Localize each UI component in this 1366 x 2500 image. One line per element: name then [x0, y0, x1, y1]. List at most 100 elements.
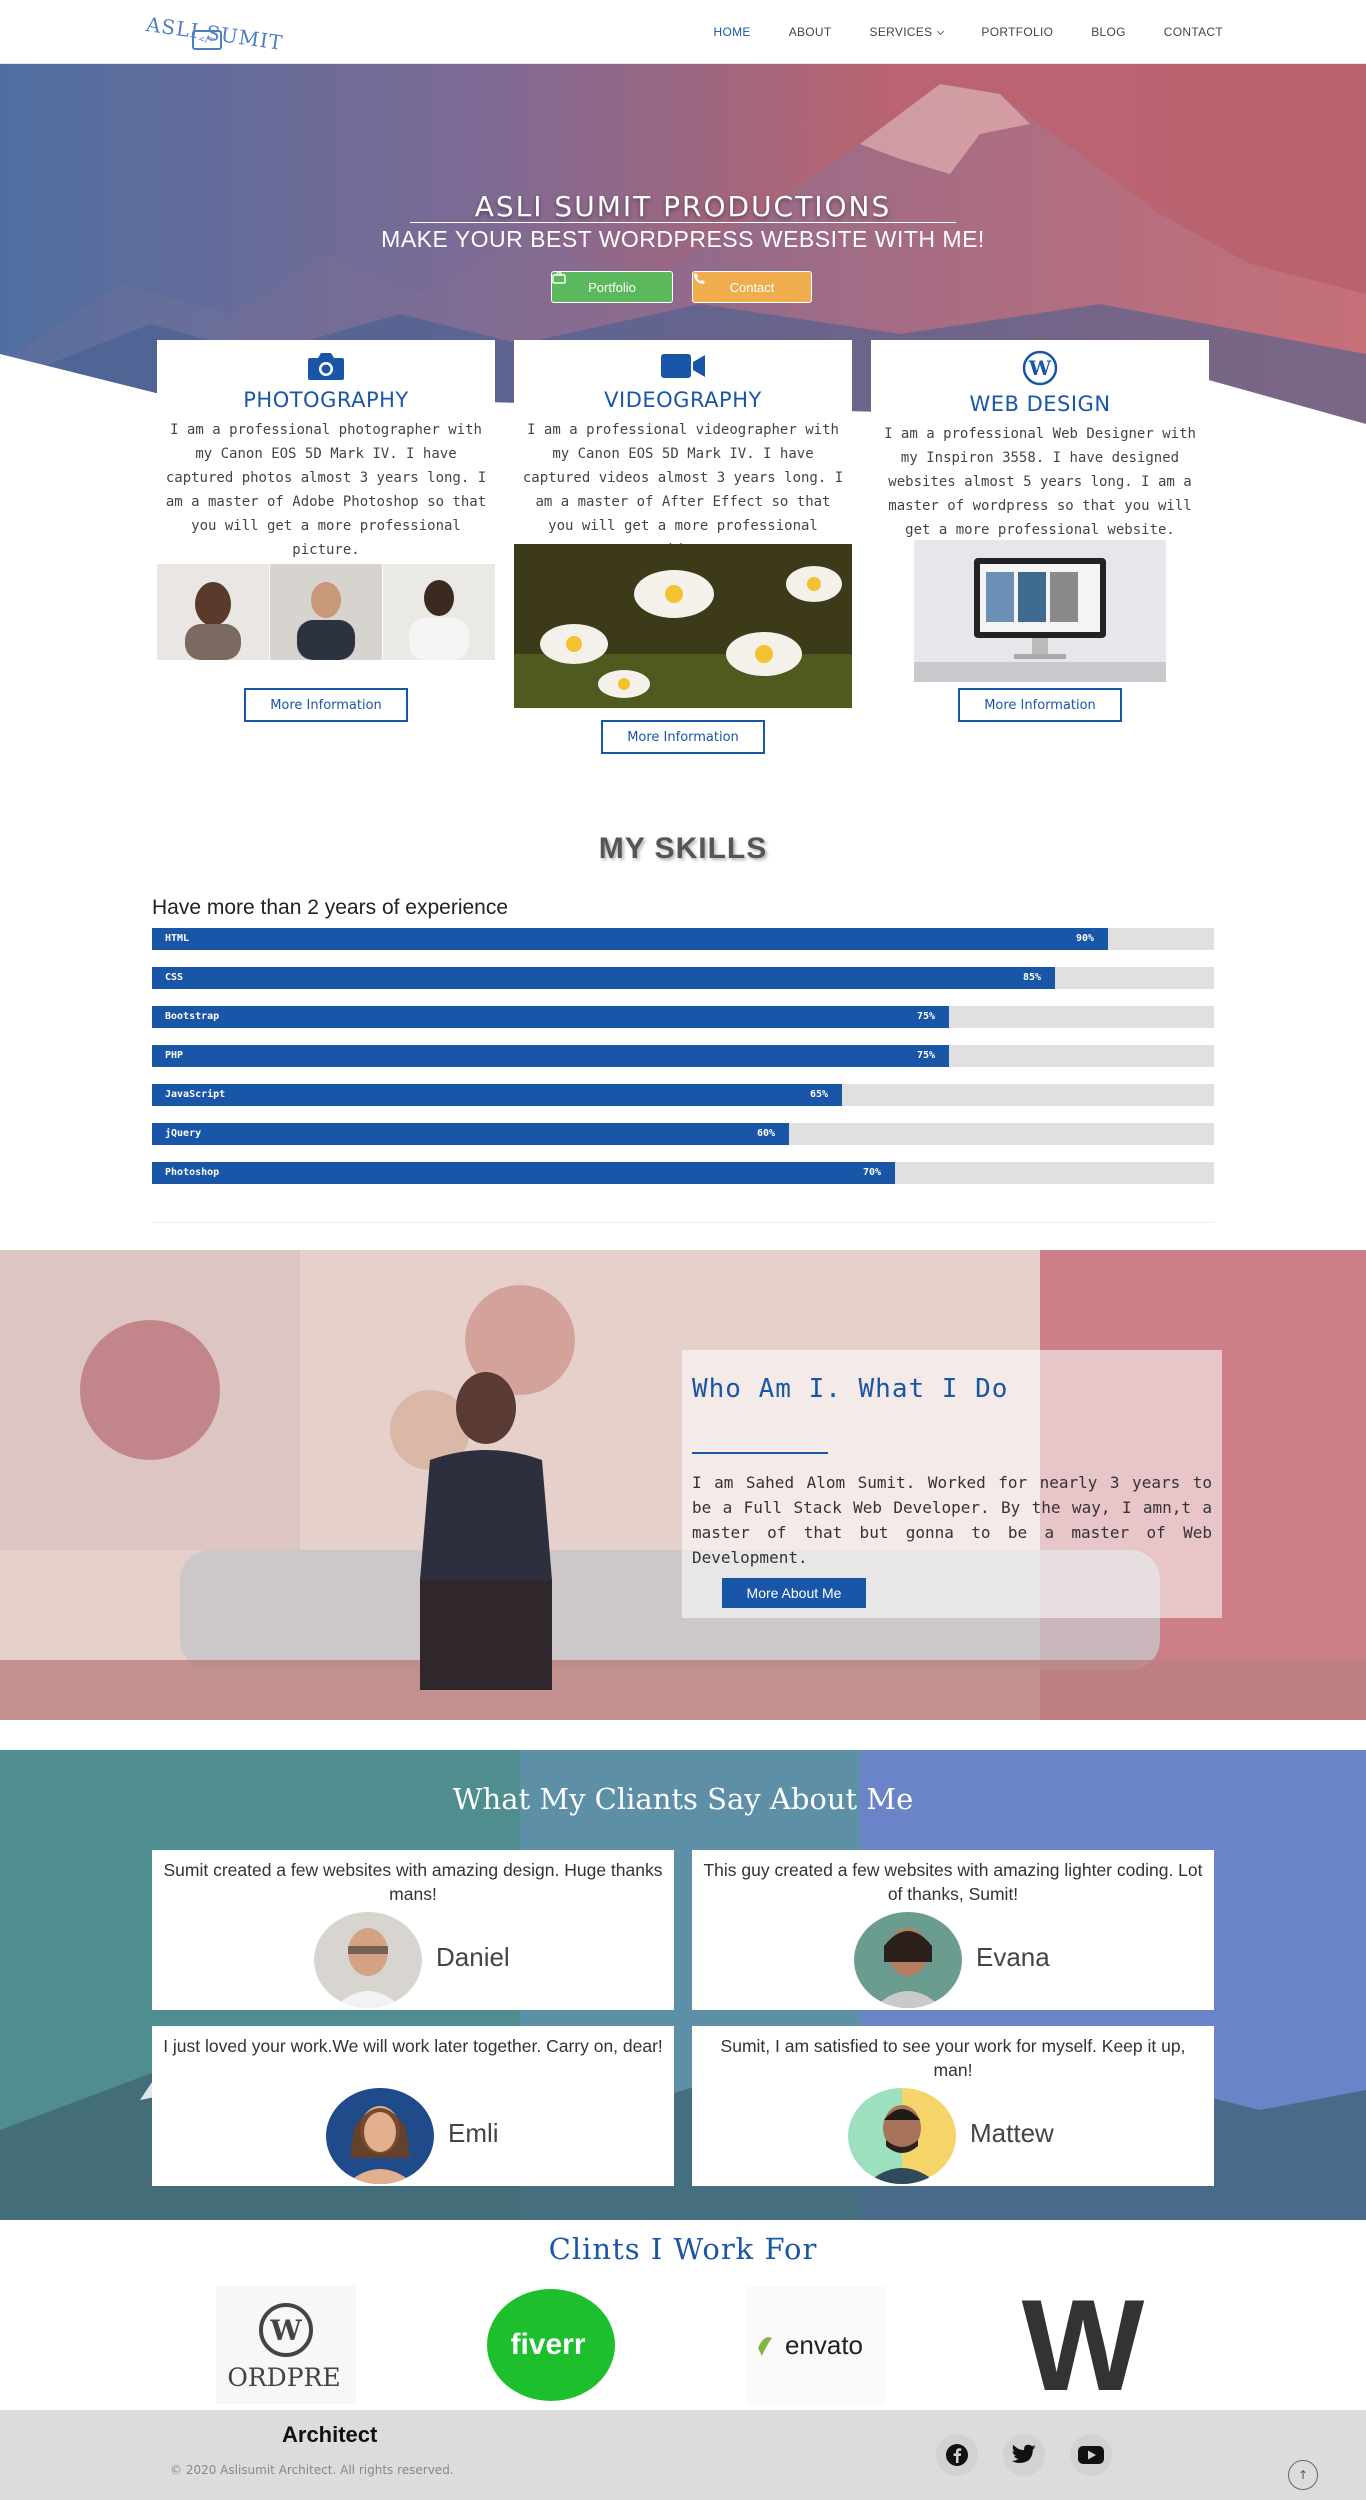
clients-title: Clints I Work For [548, 2232, 818, 2266]
skill-bar-fill: JavaScript 65% [152, 1084, 842, 1106]
camera-icon [308, 353, 344, 380]
footer-copyright: © 2020 Aslisumit Architect. All rights r… [170, 2463, 454, 2477]
videography-image [514, 544, 852, 708]
nav-contact[interactable]: CONTACT [1164, 25, 1223, 39]
skill-percent: 75% [916, 1050, 935, 1061]
chevron-down-icon [937, 27, 945, 36]
skill-percent: 65% [809, 1089, 828, 1100]
skill-percent: 75% [916, 1011, 935, 1022]
wordpress-logo-text: ORDPRE [227, 2363, 340, 2392]
avatar [854, 1912, 962, 2008]
client-fiverr[interactable]: fiverr [484, 2286, 618, 2404]
code-icon: </> [192, 30, 222, 50]
web-design-image [914, 540, 1166, 682]
wordpress-logo-icon: W ORDPRE [216, 2286, 356, 2404]
briefcase-icon [552, 272, 566, 284]
skill-name: Bootstrap [165, 1011, 220, 1022]
avatar [314, 1912, 422, 2008]
more-about-me-button[interactable]: More About Me [722, 1578, 866, 1608]
skill-name: CSS [165, 972, 184, 983]
envato-logo-icon: envato [746, 2286, 886, 2404]
skill-bar-fill: Photoshop 70% [152, 1162, 895, 1184]
testimonial-quote: Sumit, I am satisfied to see your work f… [720, 2036, 1186, 2080]
skill-percent: 70% [862, 1167, 881, 1178]
skill-bar-fill: CSS 85% [152, 967, 1055, 989]
skill-percent: 60% [756, 1128, 775, 1139]
service-description: I am a professional photographer with my… [165, 422, 487, 558]
monitor-photo [914, 540, 1166, 682]
skill-name: Photoshop [165, 1167, 220, 1178]
testimonial-quote: Sumit created a few websites with amazin… [163, 1860, 663, 1904]
envato-logo-text: envato [785, 2330, 863, 2360]
photography-image [157, 564, 495, 660]
webflow-logo-text: W [1022, 2286, 1145, 2404]
webflow-logo-icon: W [1022, 2286, 1145, 2404]
svg-text:W: W [1028, 356, 1052, 380]
facebook-link[interactable] [936, 2434, 978, 2476]
nav-home[interactable]: HOME [713, 25, 750, 39]
avatar [848, 2088, 956, 2184]
about-card: Who Am I. What I Do I am Sahed Alom Sumi… [682, 1350, 1222, 1618]
nav-services[interactable]: SERVICES [870, 25, 945, 39]
skill-percent: 90% [1075, 933, 1094, 944]
testimonial-name: Mattew [970, 2118, 1054, 2148]
testimonial-quote: This guy created a few websites with ama… [703, 1860, 1203, 1904]
about-text: I am Sahed Alom Sumit. Worked for nearly… [692, 1473, 1212, 1567]
youtube-link[interactable] [1070, 2434, 1112, 2476]
about-title: Who Am I. What I Do [692, 1374, 1009, 1404]
about-underline [692, 1452, 828, 1454]
service-description: I am a professional videographer with my… [522, 422, 844, 558]
photography-more-button[interactable]: More Information [244, 688, 408, 722]
hero-subtitle: MAKE YOUR BEST WORDPRESS WEBSITE WITH ME… [381, 226, 985, 252]
testimonial-name: Evana [976, 1942, 1050, 1972]
flowers-photo [514, 544, 852, 708]
testimonial-name: Daniel [436, 1942, 510, 1972]
skill-name: PHP [165, 1050, 184, 1061]
testimonial-card: This guy created a few websites with ama… [692, 1850, 1214, 2010]
skill-bar: HTML 90% [152, 928, 1214, 950]
twitter-link[interactable] [1003, 2434, 1045, 2476]
hero-title: ASLI SUMIT PRODUCTIONS [474, 190, 892, 223]
wordpress-icon: W [1022, 350, 1058, 386]
web-design-more-button[interactable]: More Information [958, 688, 1122, 722]
twitter-icon [1011, 2444, 1036, 2463]
client-wordpress[interactable]: W ORDPRE [216, 2286, 356, 2404]
skill-bar: CSS 85% [152, 967, 1214, 989]
client-webflow[interactable]: W [1016, 2286, 1150, 2404]
skill-bar: JavaScript 65% [152, 1084, 1214, 1106]
skill-percent: 85% [1022, 972, 1041, 983]
page: ASLI SUMIT </> HOME ABOUT SERVICES PORTF… [0, 0, 1366, 2500]
skill-bar: PHP 75% [152, 1045, 1214, 1067]
nav-blog[interactable]: BLOG [1091, 25, 1126, 39]
nav-about[interactable]: ABOUT [789, 25, 832, 39]
site-logo[interactable]: ASLI SUMIT </> [145, 10, 285, 55]
portfolio-button-label: Portfolio [588, 279, 636, 295]
skill-bar: Photoshop 70% [152, 1162, 1214, 1184]
main-nav: HOME ABOUT SERVICES PORTFOLIO BLOG CONTA… [713, 0, 1223, 64]
back-to-top-button[interactable]: ↑ [1288, 2460, 1318, 2490]
nav-portfolio[interactable]: PORTFOLIO [981, 25, 1053, 39]
avatar [326, 2088, 434, 2184]
about-section: Who Am I. What I Do I am Sahed Alom Sumi… [0, 1250, 1366, 1720]
testimonial-card: I just loved your work.We will work late… [152, 2026, 674, 2186]
fiverr-logo-icon: fiverr [487, 2289, 615, 2401]
contact-button[interactable]: Contact [692, 271, 812, 303]
testimonial-quote: I just loved your work.We will work late… [163, 2036, 663, 2056]
skills-subtitle: Have more than 2 years of experience [152, 896, 509, 919]
portfolio-button[interactable]: Portfolio [551, 271, 673, 303]
videography-more-button[interactable]: More Information [601, 720, 765, 754]
site-header: ASLI SUMIT </> HOME ABOUT SERVICES PORTF… [0, 0, 1366, 64]
video-camera-icon [661, 354, 705, 378]
skill-bar: jQuery 60% [152, 1123, 1214, 1145]
phone-icon [694, 273, 705, 284]
skill-bar-fill: PHP 75% [152, 1045, 949, 1067]
skill-bar-fill: Bootstrap 75% [152, 1006, 949, 1028]
footer-brand: Architect [282, 2422, 378, 2447]
skill-name: JavaScript [165, 1089, 226, 1100]
skill-bar: Bootstrap 75% [152, 1006, 1214, 1028]
skills-title: MY SKILLS [598, 832, 768, 865]
testimonial-card: Sumit, I am satisfied to see your work f… [692, 2026, 1214, 2186]
skill-bar-fill: HTML 90% [152, 928, 1108, 950]
client-envato[interactable]: envato [746, 2286, 886, 2404]
service-title: PHOTOGRAPHY [243, 388, 409, 412]
